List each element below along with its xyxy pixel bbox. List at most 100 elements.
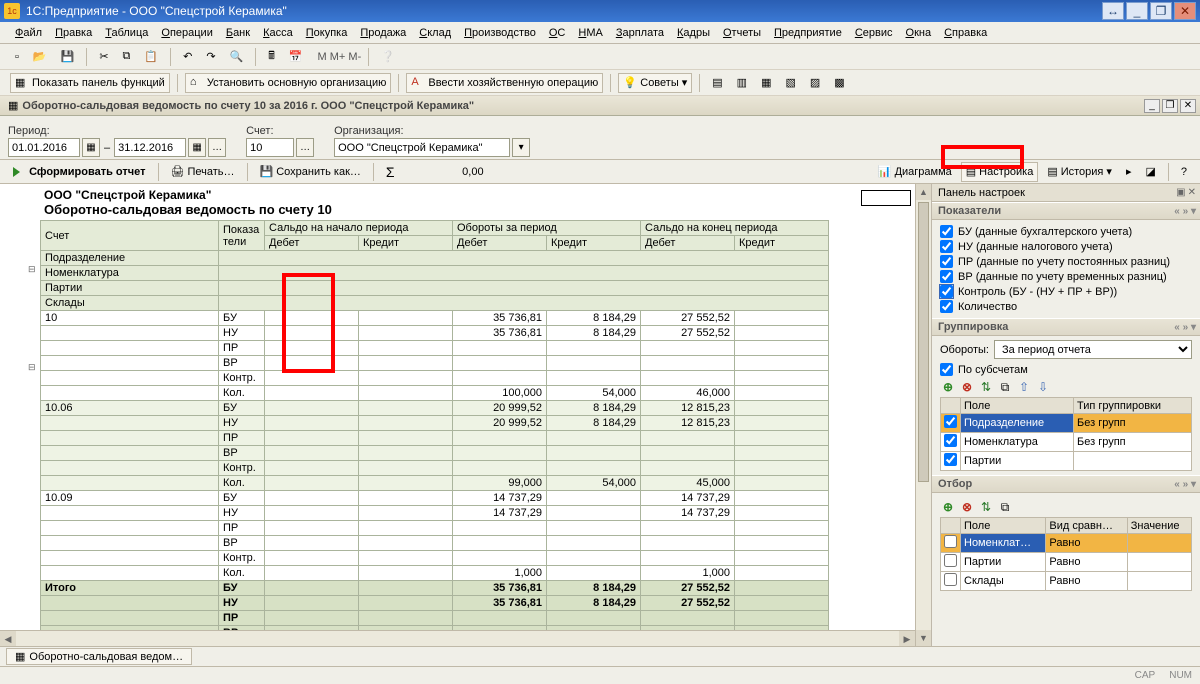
doc-restore-button[interactable]: ❐	[1162, 99, 1178, 113]
table-row[interactable]: Контр.	[41, 551, 829, 566]
table-row[interactable]: ВР	[41, 446, 829, 461]
menu-Отчеты[interactable]: Отчеты	[718, 25, 766, 41]
menu-Сервис[interactable]: Сервис	[850, 25, 898, 41]
indicator-checkbox[interactable]	[940, 270, 953, 283]
menu-Банк[interactable]: Банк	[221, 25, 255, 41]
menu-Файл[interactable]: Файл	[10, 25, 47, 41]
menu-Таблица[interactable]: Таблица	[100, 25, 153, 41]
scroll-thumb[interactable]	[918, 202, 929, 482]
section-filter[interactable]: Отбор« » ▾	[932, 475, 1200, 493]
menu-Правка[interactable]: Правка	[50, 25, 97, 41]
copy-icon[interactable]: ⧉	[997, 499, 1013, 515]
extra-icon-1[interactable]: ▸	[1121, 162, 1137, 182]
indicator-checkbox[interactable]	[940, 240, 953, 253]
section-indicators[interactable]: Показатели« » ▾	[932, 202, 1200, 220]
paste-icon[interactable]: 📋	[139, 47, 163, 67]
filter-grid[interactable]: ПолеВид сравн…Значение Номенклат…РавноПа…	[940, 517, 1192, 591]
grouping-row[interactable]: Партии	[941, 452, 1192, 471]
move-icon[interactable]: ⇅	[978, 499, 994, 515]
indicator-checkbox[interactable]	[940, 255, 953, 268]
indicator-checkbox[interactable]	[940, 300, 953, 313]
tool-icon-1[interactable]: ▤	[707, 73, 727, 93]
tips-button[interactable]: 💡Советы ▾	[618, 73, 692, 93]
menu-Предприятие[interactable]: Предприятие	[769, 25, 847, 41]
table-row[interactable]: ПР	[41, 341, 829, 356]
menu-НМА[interactable]: НМА	[573, 25, 607, 41]
doc-minimize-button[interactable]: _	[1144, 99, 1160, 113]
menu-Продажа[interactable]: Продажа	[355, 25, 411, 41]
report-vscroll[interactable]: ▲ ▼	[915, 184, 931, 646]
table-row[interactable]: Контр.	[41, 461, 829, 476]
panel-close-icon[interactable]: ✕	[1188, 187, 1196, 198]
table-row[interactable]: НУ14 737,2914 737,29	[41, 506, 829, 521]
table-row[interactable]: НУ20 999,528 184,2912 815,23	[41, 416, 829, 431]
settings-button[interactable]: ▤Настройка	[961, 162, 1039, 182]
show-panel-button[interactable]: ▦Показать панель функций	[10, 73, 170, 93]
window-tab[interactable]: ▦Оборотно-сальдовая ведом…	[6, 648, 192, 665]
filter-row[interactable]: СкладыРавно	[941, 572, 1192, 591]
copy-icon[interactable]: ⧉	[997, 379, 1013, 395]
print-button[interactable]: 🖨Печать…	[166, 162, 240, 182]
doc-close-button[interactable]: ✕	[1180, 99, 1196, 113]
find-icon[interactable]: 🔍	[225, 47, 249, 67]
table-row[interactable]: ВР	[41, 356, 829, 371]
new-doc-icon[interactable]: ▫	[10, 47, 24, 67]
date-from-picker-icon[interactable]: ▦	[82, 138, 100, 157]
menu-Зарплата[interactable]: Зарплата	[611, 25, 669, 41]
menu-Операции[interactable]: Операции	[156, 25, 217, 41]
grouping-row[interactable]: НоменклатураБез групп	[941, 433, 1192, 452]
tool-icon-4[interactable]: ▧	[780, 73, 800, 93]
report-hscroll[interactable]: ◀ ▶	[0, 630, 915, 646]
set-org-button[interactable]: ⌂Установить основную организацию	[185, 73, 392, 93]
calc-icon[interactable]: 🖩	[263, 47, 280, 67]
cut-icon[interactable]: ✂	[94, 47, 113, 67]
delete-icon[interactable]: ⊗	[959, 379, 975, 395]
account-input[interactable]	[246, 138, 294, 157]
open-icon[interactable]: 📂	[28, 47, 52, 67]
maximize-button[interactable]: ❐	[1150, 2, 1172, 20]
save-as-button[interactable]: 💾Сохранить как…	[255, 162, 366, 182]
sum-button[interactable]: Σ	[381, 162, 400, 182]
help-button[interactable]: ?	[1176, 162, 1192, 182]
menu-ОС[interactable]: ОС	[544, 25, 571, 41]
section-grouping[interactable]: Группировка« » ▾	[932, 318, 1200, 336]
save-icon[interactable]: 💾	[56, 47, 80, 67]
date-from-input[interactable]	[8, 138, 80, 157]
org-dropdown-icon[interactable]: ▾	[512, 138, 530, 157]
delete-icon[interactable]: ⊗	[959, 499, 975, 515]
menu-Склад[interactable]: Склад	[414, 25, 456, 41]
org-input[interactable]	[334, 138, 510, 157]
date-to-picker-icon[interactable]: ▦	[188, 138, 206, 157]
table-row[interactable]: ПР	[41, 521, 829, 536]
panel-pin-icon[interactable]: ▣	[1176, 187, 1185, 198]
table-row[interactable]: НУ35 736,818 184,2927 552,52	[41, 326, 829, 341]
undo-icon[interactable]: ↶	[178, 47, 197, 67]
close-button[interactable]: ✕	[1174, 2, 1196, 20]
scroll-down-icon[interactable]: ▼	[916, 630, 931, 646]
menu-Справка[interactable]: Справка	[939, 25, 992, 41]
tree-collapse-icon[interactable]: ⊟	[28, 362, 36, 373]
add-icon[interactable]: ⊕	[940, 499, 956, 515]
report-table[interactable]: Счет Показа тели Сальдо на начало период…	[40, 220, 829, 646]
enter-op-button[interactable]: AВвести хозяйственную операцию	[406, 73, 603, 93]
filter-row[interactable]: Номенклат…Равно	[941, 534, 1192, 553]
grouping-row[interactable]: ПодразделениеБез групп	[941, 414, 1192, 433]
help-icon[interactable]: ❔	[376, 47, 400, 67]
menu-Кадры[interactable]: Кадры	[672, 25, 715, 41]
table-row[interactable]: 10.09БУ14 737,2914 737,29	[41, 491, 829, 506]
scroll-right-icon[interactable]: ▶	[899, 631, 915, 646]
table-row[interactable]: Кол.100,00054,00046,000	[41, 386, 829, 401]
indicator-checkbox[interactable]	[940, 225, 953, 238]
table-row[interactable]: Контр.	[41, 371, 829, 386]
table-row[interactable]: ВР	[41, 536, 829, 551]
table-row[interactable]: Кол.99,00054,00045,000	[41, 476, 829, 491]
menu-Окна[interactable]: Окна	[901, 25, 937, 41]
menu-Покупка[interactable]: Покупка	[301, 25, 353, 41]
scroll-up-icon[interactable]: ▲	[916, 184, 931, 200]
diagram-button[interactable]: 📊Диаграмма	[873, 162, 957, 182]
grouping-grid[interactable]: ПолеТип группировки ПодразделениеБез гру…	[940, 397, 1192, 471]
calendar-icon[interactable]: 📅	[284, 47, 308, 67]
filter-row[interactable]: ПартииРавно	[941, 553, 1192, 572]
move-icon[interactable]: ⇅	[978, 379, 994, 395]
resize-icon[interactable]: ↔	[1102, 2, 1124, 20]
